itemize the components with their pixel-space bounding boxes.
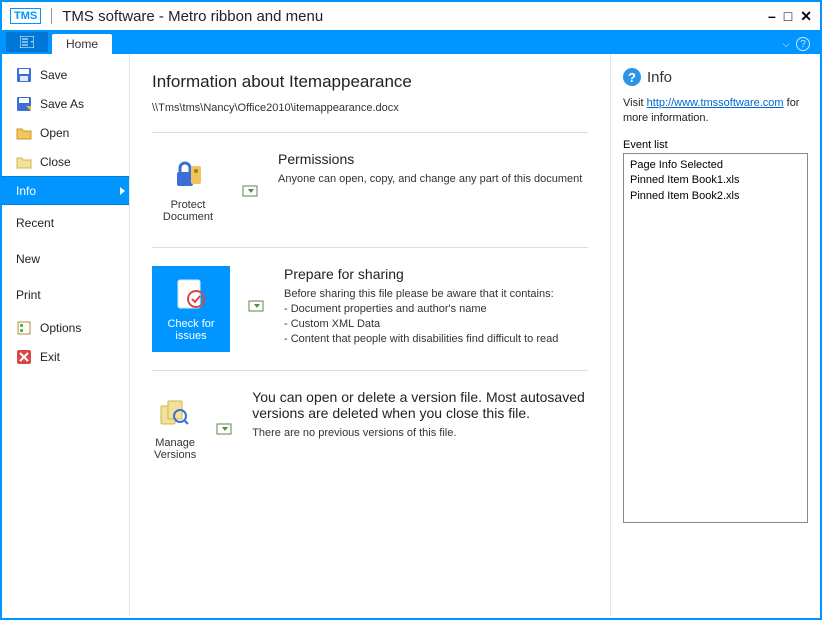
sidebar-label: Exit	[40, 350, 60, 364]
check-for-issues-button[interactable]: Check for issues	[152, 266, 230, 352]
help-icon[interactable]: ?	[796, 37, 810, 51]
folder-icon	[16, 154, 32, 170]
sidebar-label: Close	[40, 155, 71, 169]
sidebar-item-open[interactable]: Open	[2, 118, 129, 147]
event-list-box[interactable]: Page Info Selected Pinned Item Book1.xls…	[623, 153, 808, 523]
sidebar-label: Save	[40, 68, 67, 82]
sidebar: Save Save As Open Close I	[2, 54, 130, 616]
versions-text: You can open or delete a version file. M…	[252, 389, 588, 467]
tms-link[interactable]: http://www.tmssoftware.com	[647, 97, 784, 109]
sidebar-item-close[interactable]: Close	[2, 147, 129, 176]
divider	[152, 132, 588, 133]
divider	[152, 370, 588, 371]
divider	[152, 247, 588, 248]
info-panel-header: ? Info	[623, 68, 808, 86]
visit-prefix: Visit	[623, 97, 647, 109]
dropdown-icon[interactable]	[242, 183, 260, 201]
event-item: Pinned Item Book1.xls	[630, 173, 801, 188]
info-panel-title: Info	[647, 69, 672, 86]
section-heading: Permissions	[278, 151, 582, 167]
ribbon-collapse-icon[interactable]: ⌵	[782, 39, 790, 50]
sharing-bullet: - Document properties and author's name	[284, 302, 558, 317]
section-sharing: Check for issues Prepare for sharing Bef…	[152, 266, 588, 352]
section-heading: Prepare for sharing	[284, 266, 558, 282]
tile-label: Check for issues	[156, 318, 226, 342]
sidebar-label: Open	[40, 126, 69, 140]
sharing-bullet: - Content that people with disabilities …	[284, 332, 558, 347]
app-window: TMS TMS software - Metro ribbon and menu…	[0, 0, 822, 620]
section-permissions: Protect Document Permissions Anyone can …	[152, 151, 588, 229]
tab-home[interactable]: Home	[52, 34, 112, 54]
app-menu-icon	[20, 36, 34, 48]
ribbon-strip: Home ⌵ ?	[2, 30, 820, 54]
sidebar-item-new[interactable]: New	[2, 241, 129, 277]
manage-versions-button[interactable]: Manage Versions	[152, 389, 198, 467]
sidebar-label: Print	[16, 288, 41, 302]
event-list-label: Event list	[623, 139, 808, 151]
info-panel: ? Info Visit http://www.tmssoftware.com …	[610, 54, 820, 616]
sidebar-label: Info	[16, 184, 36, 198]
lock-key-icon	[170, 157, 206, 193]
sharing-intro: Before sharing this file please be aware…	[284, 287, 558, 302]
info-panel-text: Visit http://www.tmssoftware.com for mor…	[623, 96, 808, 127]
sidebar-item-exit[interactable]: Exit	[2, 342, 129, 371]
sharing-text: Prepare for sharing Before sharing this …	[284, 266, 558, 352]
maximize-button[interactable]: □	[784, 8, 792, 25]
versions-icon	[157, 395, 193, 431]
dropdown-icon[interactable]	[216, 421, 234, 439]
sidebar-item-save-as[interactable]: Save As	[2, 89, 129, 118]
sharing-bullet: - Custom XML Data	[284, 317, 558, 332]
sidebar-label: Options	[40, 321, 81, 335]
permissions-text: Permissions Anyone can open, copy, and c…	[278, 151, 582, 229]
checklist-icon	[173, 276, 209, 312]
section-heading: You can open or delete a version file. M…	[252, 389, 588, 421]
window-title: TMS software - Metro ribbon and menu	[62, 8, 323, 25]
sidebar-label: Recent	[16, 216, 54, 230]
tile-label: Manage Versions	[154, 437, 196, 461]
app-logo: TMS	[10, 8, 41, 24]
event-item: Pinned Item Book2.xls	[630, 189, 801, 204]
exit-icon	[16, 349, 32, 365]
sidebar-item-recent[interactable]: Recent	[2, 205, 129, 241]
sidebar-label: New	[16, 252, 40, 266]
sidebar-item-info[interactable]: Info	[2, 176, 129, 205]
close-window-button[interactable]: ✕	[800, 8, 812, 25]
sidebar-item-print[interactable]: Print	[2, 277, 129, 313]
section-versions: Manage Versions You can open or delete a…	[152, 389, 588, 467]
main-content: Information about Itemappearance \\Tms\t…	[130, 54, 610, 616]
event-item: Page Info Selected	[630, 158, 801, 173]
tile-label: Protect Document	[154, 199, 222, 223]
ribbon-app-button[interactable]	[6, 32, 48, 52]
sidebar-label: Save As	[40, 97, 84, 111]
info-icon: ?	[623, 68, 641, 86]
protect-document-button[interactable]: Protect Document	[152, 151, 224, 229]
minimize-button[interactable]: –	[768, 8, 776, 25]
sidebar-item-options[interactable]: Options	[2, 313, 129, 342]
body-area: Save Save As Open Close I	[2, 54, 820, 616]
options-icon	[16, 320, 32, 336]
window-controls: – □ ✕	[768, 8, 812, 25]
titlebar: TMS TMS software - Metro ribbon and menu…	[2, 2, 820, 30]
section-desc: Anyone can open, copy, and change any pa…	[278, 172, 582, 187]
dropdown-icon[interactable]	[248, 298, 266, 316]
save-icon	[16, 67, 32, 83]
section-desc: There are no previous versions of this f…	[252, 426, 588, 441]
document-path: \\Tms\tms\Nancy\Office2010\itemappearanc…	[152, 102, 588, 114]
sidebar-item-save[interactable]: Save	[2, 60, 129, 89]
titlebar-separator	[51, 8, 52, 24]
save-as-icon	[16, 96, 32, 112]
page-title: Information about Itemappearance	[152, 72, 588, 92]
open-icon	[16, 125, 32, 141]
